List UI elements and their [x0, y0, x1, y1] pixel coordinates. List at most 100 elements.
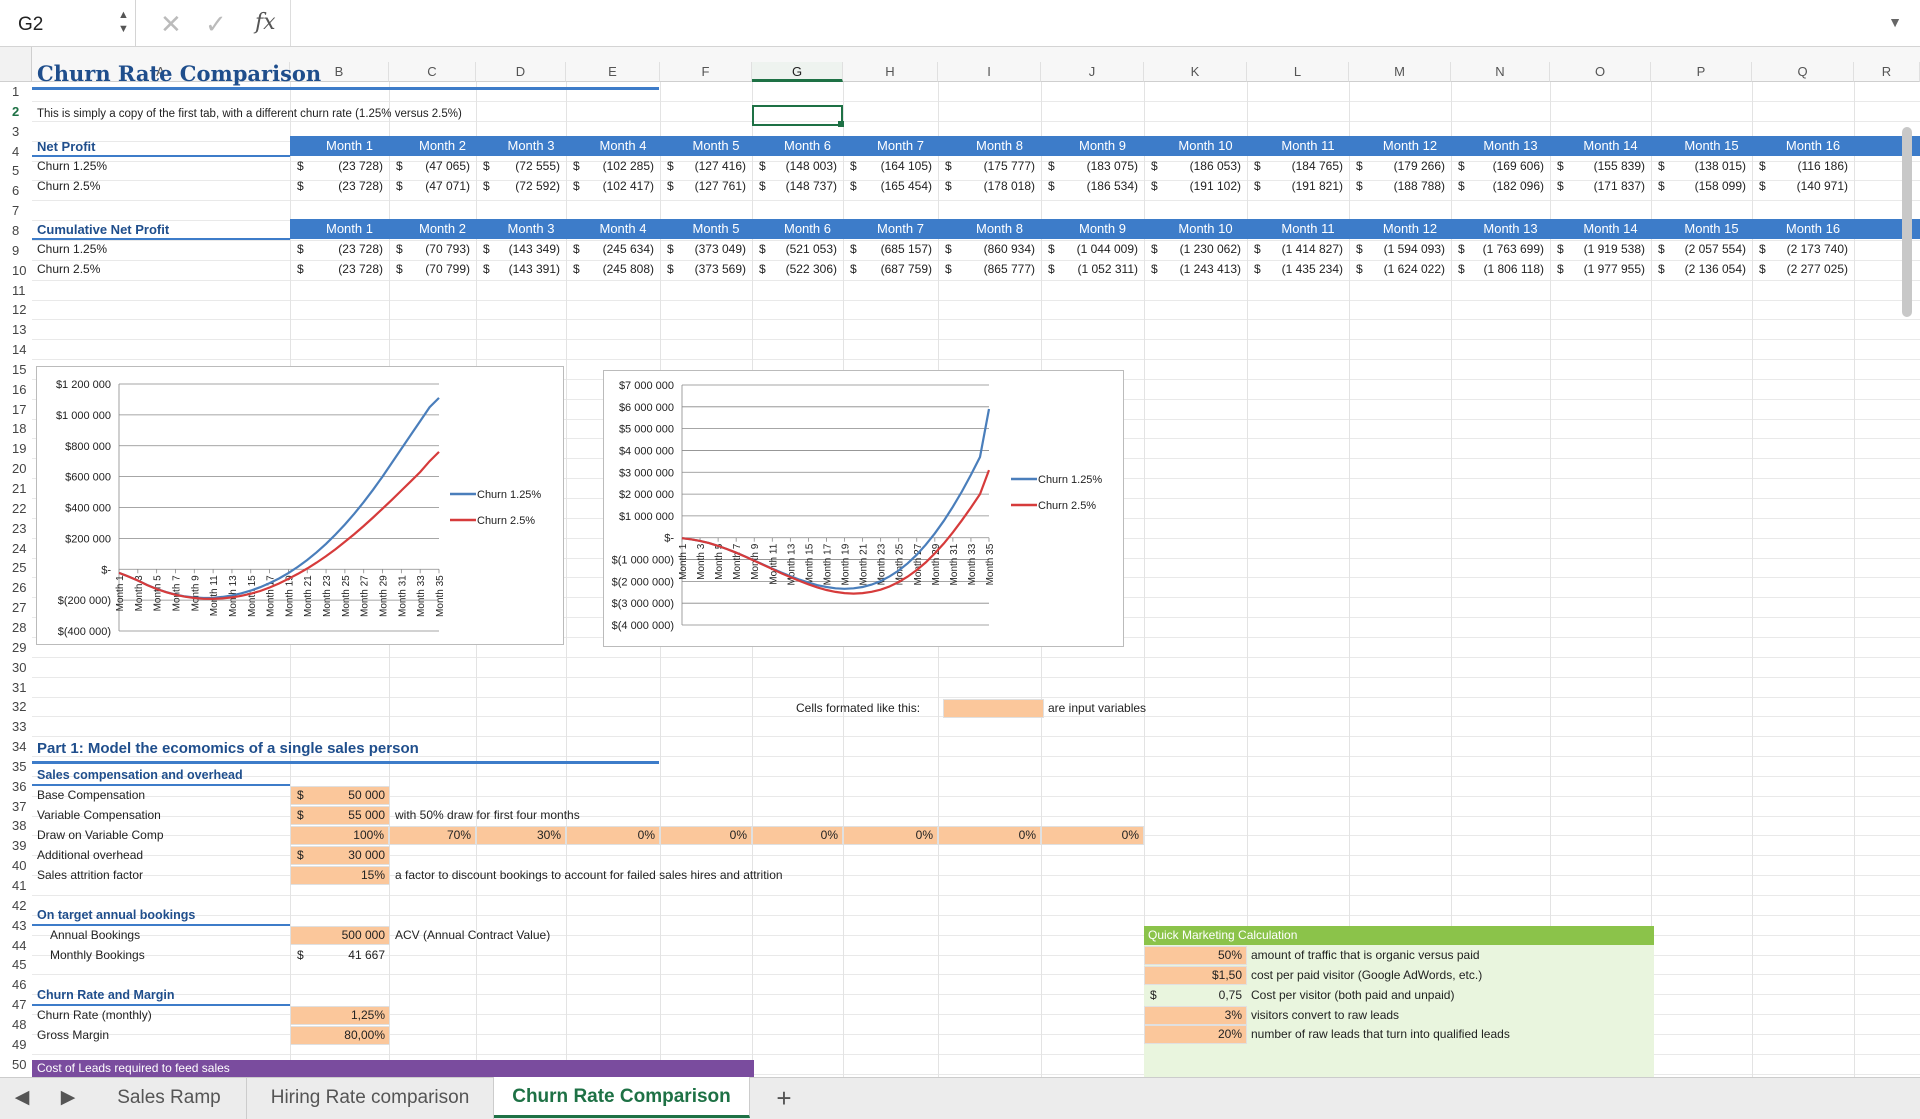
row-header[interactable]: 36 — [0, 777, 32, 797]
value-cell[interactable]: (2 277 025) — [1752, 260, 1848, 279]
value-cell[interactable]: (186 053) — [1144, 157, 1241, 176]
value-cell[interactable]: (143 349) — [476, 240, 560, 259]
row-header[interactable]: 50 — [0, 1055, 32, 1075]
row-header[interactable]: 26 — [0, 578, 32, 598]
row-header[interactable]: 7 — [0, 201, 32, 221]
value-cell[interactable]: (23 728) — [290, 260, 383, 279]
value-cell[interactable]: (175 777) — [938, 157, 1035, 176]
row-header[interactable]: 46 — [0, 975, 32, 995]
row-header[interactable]: 43 — [0, 916, 32, 936]
vertical-scrollbar[interactable] — [1902, 127, 1912, 317]
value-cell[interactable]: (23 728) — [290, 177, 383, 196]
column-header-m[interactable]: M — [1349, 62, 1451, 82]
value-cell[interactable]: (127 416) — [660, 157, 746, 176]
row-header[interactable]: 14 — [0, 340, 32, 360]
value-cell[interactable]: (184 765) — [1247, 157, 1343, 176]
value-cell[interactable]: (1 763 699) — [1451, 240, 1544, 259]
value-cell[interactable]: (171 837) — [1550, 177, 1645, 196]
value-cell[interactable]: (1 919 538) — [1550, 240, 1645, 259]
value-cell[interactable]: (2 057 554) — [1651, 240, 1746, 259]
value-cell[interactable]: (1 624 022) — [1349, 260, 1445, 279]
column-header-c[interactable]: C — [389, 62, 476, 82]
column-header-g[interactable]: G — [752, 62, 843, 82]
row-header[interactable]: 29 — [0, 638, 32, 658]
next-sheet-icon[interactable]: ▶ — [44, 1078, 92, 1119]
cancel-icon[interactable]: ✕ — [160, 9, 182, 40]
value-cell[interactable]: (183 075) — [1041, 157, 1138, 176]
selected-cell[interactable] — [752, 105, 843, 126]
value-cell[interactable]: (191 102) — [1144, 177, 1241, 196]
row-header[interactable]: 27 — [0, 598, 32, 618]
value-cell[interactable]: (23 728) — [290, 240, 383, 259]
value-cell[interactable]: (1 806 118) — [1451, 260, 1545, 279]
select-all-corner[interactable] — [0, 47, 32, 82]
row-header[interactable]: 35 — [0, 757, 32, 777]
value-cell[interactable]: (169 606) — [1451, 157, 1544, 176]
row-header[interactable]: 39 — [0, 836, 32, 856]
column-header-j[interactable]: J — [1041, 62, 1144, 82]
value-cell[interactable]: (72 592) — [476, 177, 560, 196]
row-header[interactable]: 16 — [0, 380, 32, 400]
prev-sheet-icon[interactable]: ◀ — [0, 1078, 44, 1119]
row-header[interactable]: 18 — [0, 419, 32, 439]
row-header[interactable]: 38 — [0, 816, 32, 836]
column-header-o[interactable]: O — [1550, 62, 1651, 82]
row-header[interactable]: 30 — [0, 658, 32, 678]
value-cell[interactable]: (1 044 009) — [1041, 240, 1138, 259]
value-cell[interactable]: (148 737) — [752, 177, 837, 196]
row-header[interactable]: 1 — [0, 82, 32, 102]
row-header[interactable]: 4 — [0, 142, 32, 162]
value-cell[interactable]: (1 243 413) — [1144, 260, 1241, 279]
row-header[interactable]: 22 — [0, 499, 32, 519]
row-header[interactable]: 24 — [0, 539, 32, 559]
spreadsheet-grid[interactable]: ABCDEFGHIJKLMNOPQR 1 2 3 4 5 6 7 8 9 10 11 12 13 14 15… — [0, 47, 1920, 1077]
tab-churn-rate-comparison[interactable]: Churn Rate Comparison — [494, 1077, 750, 1118]
row-header[interactable]: 11 — [0, 281, 32, 301]
value-cell[interactable]: (1 230 062) — [1144, 240, 1241, 259]
row-header[interactable]: 41 — [0, 876, 32, 896]
cumulative-profit-chart[interactable]: $7 000 000 $6 000 000 $5 000 000 $4 000 000… — [603, 370, 1124, 647]
row-header[interactable]: 37 — [0, 797, 32, 817]
row-header[interactable]: 20 — [0, 459, 32, 479]
row-header[interactable]: 17 — [0, 400, 32, 420]
row-header[interactable]: 2 — [0, 102, 32, 122]
value-cell[interactable]: (102 285) — [566, 157, 654, 176]
row-header[interactable]: 49 — [0, 1035, 32, 1055]
column-header-n[interactable]: N — [1451, 62, 1550, 82]
row-header[interactable]: 3 — [0, 122, 32, 142]
value-cell[interactable]: (191 821) — [1247, 177, 1343, 196]
value-cell[interactable]: (245 634) — [566, 240, 654, 259]
row-header[interactable]: 10 — [0, 261, 32, 281]
tab-sales-ramp[interactable]: Sales Ramp — [92, 1078, 247, 1119]
value-cell[interactable]: (158 099) — [1651, 177, 1746, 196]
value-cell[interactable]: (165 454) — [843, 177, 932, 196]
name-box-spinner[interactable]: ▲ ▼ — [118, 8, 129, 36]
row-header[interactable]: 12 — [0, 300, 32, 320]
row-header[interactable]: 45 — [0, 955, 32, 975]
value-cell[interactable]: (23 728) — [290, 157, 383, 176]
column-header-e[interactable]: E — [566, 62, 660, 82]
value-cell[interactable]: (70 793) — [389, 240, 470, 259]
value-cell[interactable]: (148 003) — [752, 157, 837, 176]
row-header[interactable]: 8 — [0, 221, 32, 241]
row-header[interactable]: 25 — [0, 558, 32, 578]
row-header[interactable]: 19 — [0, 439, 32, 459]
value-cell[interactable]: (155 839) — [1550, 157, 1645, 176]
column-header-l[interactable]: L — [1247, 62, 1349, 82]
expand-formula-icon[interactable]: ▼ — [1888, 14, 1902, 30]
value-cell[interactable]: (685 157) — [843, 240, 932, 259]
tab-hiring-rate-comparison[interactable]: Hiring Rate comparison — [247, 1078, 494, 1119]
value-cell[interactable]: (186 534) — [1041, 177, 1138, 196]
value-cell[interactable]: (860 934) — [938, 240, 1035, 259]
value-cell[interactable]: (47 071) — [389, 177, 470, 196]
row-header[interactable]: 31 — [0, 678, 32, 698]
value-cell[interactable]: (865 777) — [938, 260, 1035, 279]
value-cell[interactable]: (47 065) — [389, 157, 470, 176]
column-header-f[interactable]: F — [660, 62, 752, 82]
value-cell[interactable]: (1 435 234) — [1247, 260, 1343, 279]
value-cell[interactable]: (179 266) — [1349, 157, 1445, 176]
net-profit-chart[interactable]: $1 200 000 $1 000 000 $800 000 $600 000 $400… — [36, 366, 564, 645]
value-cell[interactable]: (138 015) — [1651, 157, 1746, 176]
value-cell[interactable]: (188 788) — [1349, 177, 1445, 196]
row-header[interactable]: 15 — [0, 360, 32, 380]
